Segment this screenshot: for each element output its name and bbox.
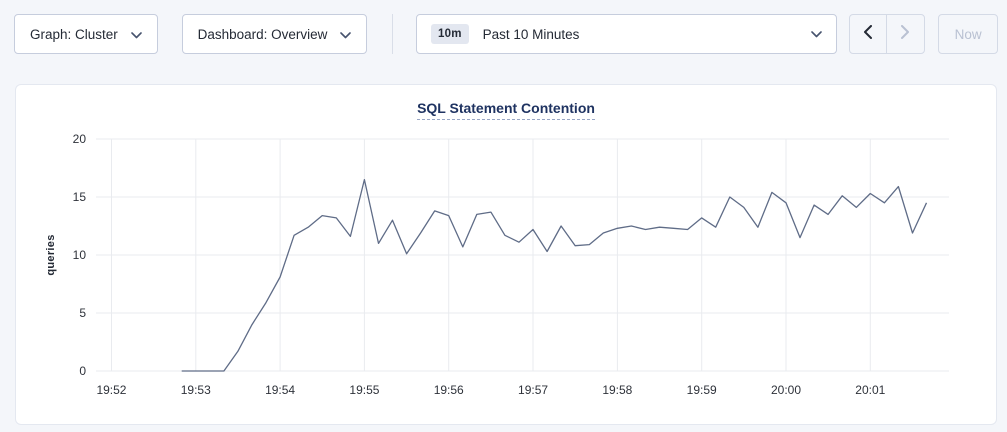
y-tick-label: 10 [46,248,86,262]
x-tick-label: 19:57 [503,383,563,397]
chevron-down-icon [811,31,822,38]
line-chart [96,139,949,371]
graph-scope-dropdown-label: Graph: Cluster [30,27,118,42]
metrics-toolbar: Graph: Cluster Dashboard: Overview 10m P… [14,14,998,54]
x-tick-label: 20:00 [756,383,816,397]
x-tick-label: 19:59 [672,383,732,397]
x-tick-label: 19:55 [334,383,394,397]
chart-title-row: SQL Statement Contention [16,100,996,120]
chevron-right-icon [901,25,910,44]
time-range-badge: 10m [431,24,469,44]
time-shift-button-group [849,14,926,54]
graph-scope-dropdown[interactable]: Graph: Cluster [14,14,158,54]
y-tick-label: 15 [46,190,86,204]
y-tick-label: 0 [46,364,86,378]
dashboard-dropdown-label: Dashboard: Overview [198,27,328,42]
x-tick-label: 20:01 [840,383,900,397]
time-shift-forward-button[interactable] [887,15,924,53]
y-tick-label: 5 [46,306,86,320]
time-shift-back-button[interactable] [850,15,888,53]
dashboard-dropdown[interactable]: Dashboard: Overview [182,14,367,54]
plot-area[interactable]: queries 0510152019:5219:5319:5419:5519:5… [96,139,949,371]
x-tick-label: 19:53 [166,383,226,397]
y-tick-label: 20 [46,132,86,146]
chevron-left-icon [863,25,872,44]
x-tick-label: 19:56 [419,383,479,397]
x-tick-label: 19:54 [250,383,310,397]
chevron-down-icon [340,27,351,42]
time-range-label: Past 10 Minutes [483,27,580,42]
chart-card: SQL Statement Contention queries 0510152… [15,84,997,425]
now-button[interactable]: Now [938,14,998,54]
x-tick-label: 19:58 [587,383,647,397]
toolbar-divider [392,14,393,54]
time-range-dropdown[interactable]: 10m Past 10 Minutes [416,14,837,54]
chart-title[interactable]: SQL Statement Contention [417,100,595,120]
chevron-down-icon [131,27,142,42]
x-tick-label: 19:52 [81,383,141,397]
